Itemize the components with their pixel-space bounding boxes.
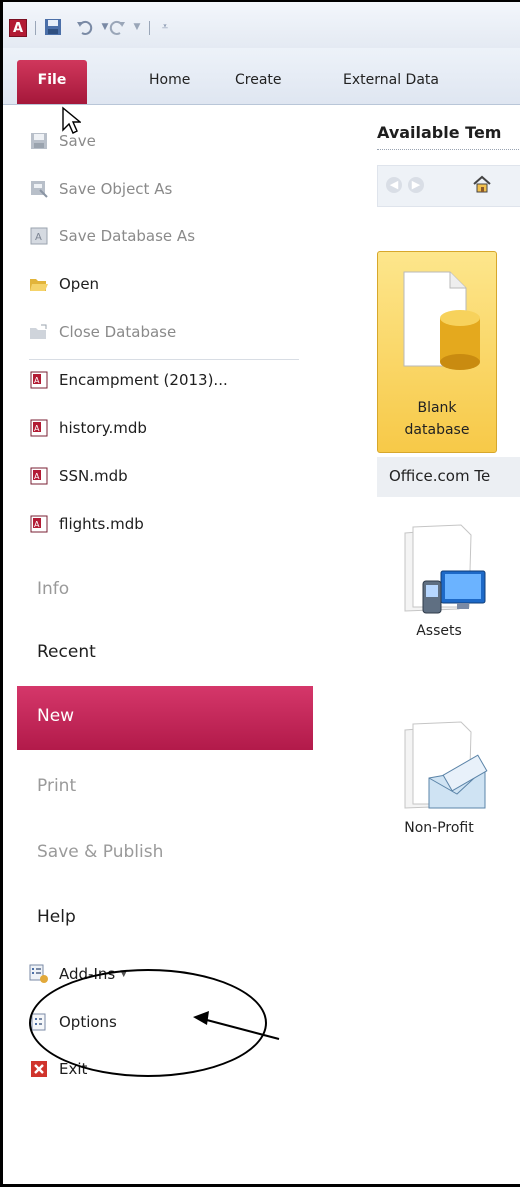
title-underline	[377, 149, 520, 150]
panel-title: Available Tem	[377, 123, 502, 142]
section-save-publish[interactable]: Save & Publish	[37, 842, 163, 862]
save-object-as-label: Save Object As	[59, 180, 173, 198]
office-templates-header: Office.com Te	[377, 457, 520, 497]
section-new[interactable]: New	[17, 686, 313, 750]
close-database-icon	[29, 322, 49, 342]
section-recent[interactable]: Recent	[37, 642, 96, 662]
recent-file-item[interactable]: A Encampment (2013)...	[29, 366, 228, 394]
access-app-icon[interactable]: A	[9, 19, 27, 37]
quick-access-toolbar: A ▼ ▼ ⩡	[3, 2, 520, 48]
add-ins-icon	[29, 964, 49, 984]
toolbar-separator	[149, 21, 150, 35]
access-window: A ▼ ▼ ⩡ File Home Create External Data S…	[0, 0, 520, 1187]
access-file-icon: A	[29, 514, 49, 534]
office-templates-label: Office.com Te	[389, 467, 491, 485]
open-command[interactable]: Open	[29, 270, 99, 298]
svg-text:A: A	[35, 232, 42, 243]
blank-database-label-line2: database	[404, 422, 470, 438]
forward-icon[interactable]: ▶	[408, 177, 424, 193]
back-icon[interactable]: ◀	[386, 177, 402, 193]
tab-create[interactable]: Create	[235, 72, 282, 88]
save-database-as-label: Save Database As	[59, 227, 196, 245]
recent-file-item[interactable]: A flights.mdb	[29, 510, 144, 538]
save-database-as-command[interactable]: A Save Database As	[29, 222, 195, 250]
open-label: Open	[59, 275, 100, 293]
svg-text:A: A	[34, 520, 40, 529]
svg-text:A: A	[34, 472, 40, 481]
blank-database-icon	[403, 271, 480, 370]
blank-database-label-line1: Blank	[417, 400, 457, 416]
backstage-nav: Save Save Object As A Save Database As O…	[3, 105, 327, 1184]
recent-file-label: history.mdb	[59, 419, 147, 437]
annotation-arrow	[193, 1011, 280, 1040]
toolbar-separator	[35, 21, 36, 35]
exit-icon	[29, 1059, 49, 1079]
redo-icon[interactable]	[107, 17, 127, 37]
undo-icon[interactable]	[75, 17, 95, 37]
svg-text:A: A	[34, 424, 40, 433]
svg-text:A: A	[34, 376, 40, 385]
mouse-cursor-icon	[62, 106, 81, 134]
save-object-as-command[interactable]: Save Object As	[29, 175, 172, 203]
section-info[interactable]: Info	[37, 579, 69, 599]
tab-file[interactable]: File	[17, 60, 87, 104]
access-file-icon: A	[29, 466, 49, 486]
recent-file-label: flights.mdb	[59, 515, 144, 533]
non-profit-template[interactable]: Non-Profit	[399, 718, 499, 838]
assets-icon	[404, 524, 486, 614]
blank-database-tile[interactable]: Blank database	[377, 251, 497, 453]
customize-icon[interactable]: ⩡	[155, 17, 175, 37]
recent-file-label: SSN.mdb	[59, 467, 128, 485]
home-icon[interactable]	[472, 174, 492, 198]
save-icon[interactable]	[43, 17, 63, 37]
section-print[interactable]: Print	[37, 776, 76, 796]
non-profit-icon	[404, 721, 488, 809]
close-database-command[interactable]: Close Database	[29, 318, 176, 346]
non-profit-label: Non-Profit	[404, 820, 474, 836]
recent-file-label: Encampment (2013)...	[59, 371, 228, 389]
section-help[interactable]: Help	[37, 907, 76, 927]
assets-template[interactable]: Assets	[399, 521, 499, 641]
access-file-icon: A	[29, 418, 49, 438]
recent-file-item[interactable]: A SSN.mdb	[29, 462, 128, 490]
redo-dropdown-icon[interactable]: ▼	[127, 17, 147, 37]
nav-divider	[29, 359, 299, 360]
close-database-label: Close Database	[59, 323, 177, 341]
assets-label: Assets	[416, 623, 462, 639]
available-templates-panel: Available Tem ◀ ▶ Blank database Office.…	[325, 105, 520, 1184]
ribbon-tabs: File Home Create External Data	[3, 48, 520, 105]
tab-external-data[interactable]: External Data	[343, 72, 439, 88]
recent-file-item[interactable]: A history.mdb	[29, 414, 147, 442]
save-icon	[29, 131, 49, 151]
open-folder-icon	[29, 274, 49, 294]
tab-home[interactable]: Home	[149, 72, 190, 88]
save-object-as-icon	[29, 179, 49, 199]
access-file-icon: A	[29, 370, 49, 390]
save-database-as-icon: A	[29, 226, 49, 246]
section-new-label: New	[37, 706, 75, 726]
template-nav-bar: ◀ ▶	[377, 165, 520, 207]
